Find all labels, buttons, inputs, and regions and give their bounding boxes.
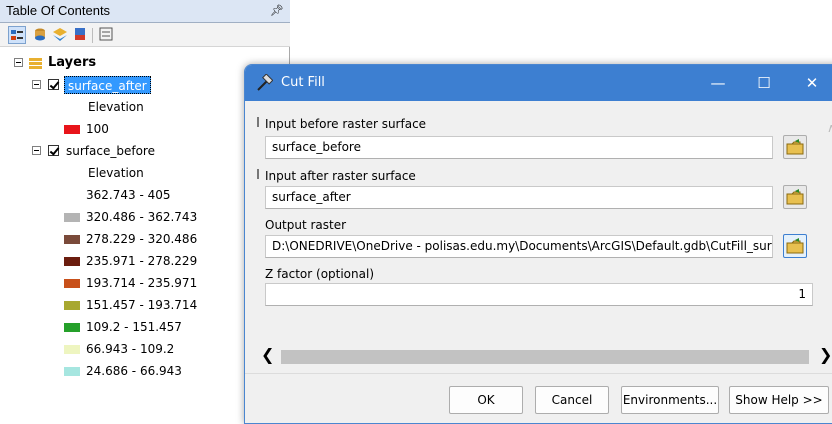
list-by-drawing-order-icon[interactable] <box>8 26 26 44</box>
maximize-button[interactable]: ☐ <box>741 65 787 101</box>
browse-before-button[interactable] <box>783 135 807 159</box>
open-folder-icon <box>786 238 804 254</box>
scroll-up-icon[interactable]: ∧ <box>827 121 832 135</box>
legend-class-label: 193.714 - 235.971 <box>86 276 198 290</box>
list-by-selection-icon[interactable] <box>72 26 90 44</box>
collapse-icon[interactable] <box>32 80 41 89</box>
legend-swatch <box>64 235 80 244</box>
field-name: Elevation <box>88 166 144 180</box>
legend-swatch <box>64 345 80 354</box>
legend-swatch <box>64 279 80 288</box>
legend-class-label: 235.971 - 278.229 <box>86 254 198 268</box>
field-name: Elevation <box>88 100 144 114</box>
required-marker <box>257 169 259 179</box>
open-folder-icon <box>786 189 804 205</box>
z-factor-field[interactable]: 1 <box>265 283 813 306</box>
dialog-title-bar[interactable]: Cut Fill — ☐ ✕ <box>245 65 832 101</box>
collapse-icon[interactable] <box>14 58 23 67</box>
legend-swatch <box>64 323 80 332</box>
legend-swatch <box>64 191 80 200</box>
legend-swatch <box>64 257 80 266</box>
vertical-scrollbar[interactable]: ∧ ∨ <box>819 101 832 385</box>
pin-icon[interactable]: 📌︎ <box>270 5 284 17</box>
list-by-visibility-icon[interactable] <box>52 26 70 44</box>
horizontal-scroll-thumb[interactable] <box>281 350 809 364</box>
collapse-icon[interactable] <box>32 146 41 155</box>
input-before-field[interactable]: surface_before <box>265 136 773 159</box>
horizontal-scrollbar[interactable]: ❮ ❯ <box>259 345 832 366</box>
scroll-left-icon[interactable]: ❮ <box>261 345 274 364</box>
environments-button[interactable]: Environments... <box>621 386 719 414</box>
close-button[interactable]: ✕ <box>789 65 832 101</box>
legend-class-label: 362.743 - 405 <box>86 188 171 202</box>
legend-swatch <box>64 367 80 376</box>
browse-after-button[interactable] <box>783 185 807 209</box>
legend-swatch <box>64 301 80 310</box>
legend-class-label: 278.229 - 320.486 <box>86 232 198 246</box>
layers-label: Layers <box>48 55 97 70</box>
cut-fill-dialog: Cut Fill — ☐ ✕ Input before raster surfa… <box>244 64 832 424</box>
legend-class-label: 24.686 - 66.943 <box>86 364 182 378</box>
dialog-footer: OK Cancel Environments... Show Help >> <box>245 373 832 423</box>
legend-class-label: 320.486 - 362.743 <box>86 210 198 224</box>
legend-class-label: 100 <box>86 122 109 136</box>
cancel-button[interactable]: Cancel <box>535 386 609 414</box>
layer-visibility-checkbox[interactable] <box>48 79 59 90</box>
input-after-field[interactable]: surface_after <box>265 186 773 209</box>
scroll-right-icon[interactable]: ❯ <box>819 345 832 364</box>
toc-toolbar <box>0 23 290 47</box>
list-by-source-icon[interactable] <box>32 26 50 44</box>
layer-name[interactable]: surface_before <box>66 140 155 162</box>
toc-title: Table Of Contents <box>6 3 111 18</box>
options-icon[interactable] <box>98 26 116 44</box>
legend-class-label: 109.2 - 151.457 <box>86 320 182 334</box>
toolbar-divider <box>92 28 93 43</box>
show-help-button[interactable]: Show Help >> <box>729 386 829 414</box>
minimize-button[interactable]: — <box>695 65 741 101</box>
dialog-title: Cut Fill <box>281 75 325 90</box>
required-marker <box>257 117 259 127</box>
output-raster-field[interactable]: D:\ONEDRIVE\OneDrive - polisas.edu.my\Do… <box>265 235 773 258</box>
input-after-label: Input after raster surface <box>265 169 416 183</box>
open-folder-icon <box>786 139 804 155</box>
legend-swatch <box>64 125 80 134</box>
input-before-label: Input before raster surface <box>265 117 427 131</box>
layer-name-selected[interactable]: surface_after <box>64 76 151 94</box>
legend-swatch <box>64 213 80 222</box>
legend-class-label: 151.457 - 193.714 <box>86 298 198 312</box>
z-factor-label: Z factor (optional) <box>265 267 375 281</box>
layer-visibility-checkbox[interactable] <box>48 145 59 156</box>
legend-class-label: 66.943 - 109.2 <box>86 342 175 356</box>
ok-button[interactable]: OK <box>449 386 523 414</box>
toc-title-buttons[interactable]: 📌︎ <box>270 0 284 22</box>
hammer-icon <box>255 73 274 95</box>
toc-title-bar: Table Of Contents 📌︎ <box>0 0 290 23</box>
output-raster-label: Output raster <box>265 218 347 232</box>
browse-output-button[interactable] <box>783 234 807 258</box>
